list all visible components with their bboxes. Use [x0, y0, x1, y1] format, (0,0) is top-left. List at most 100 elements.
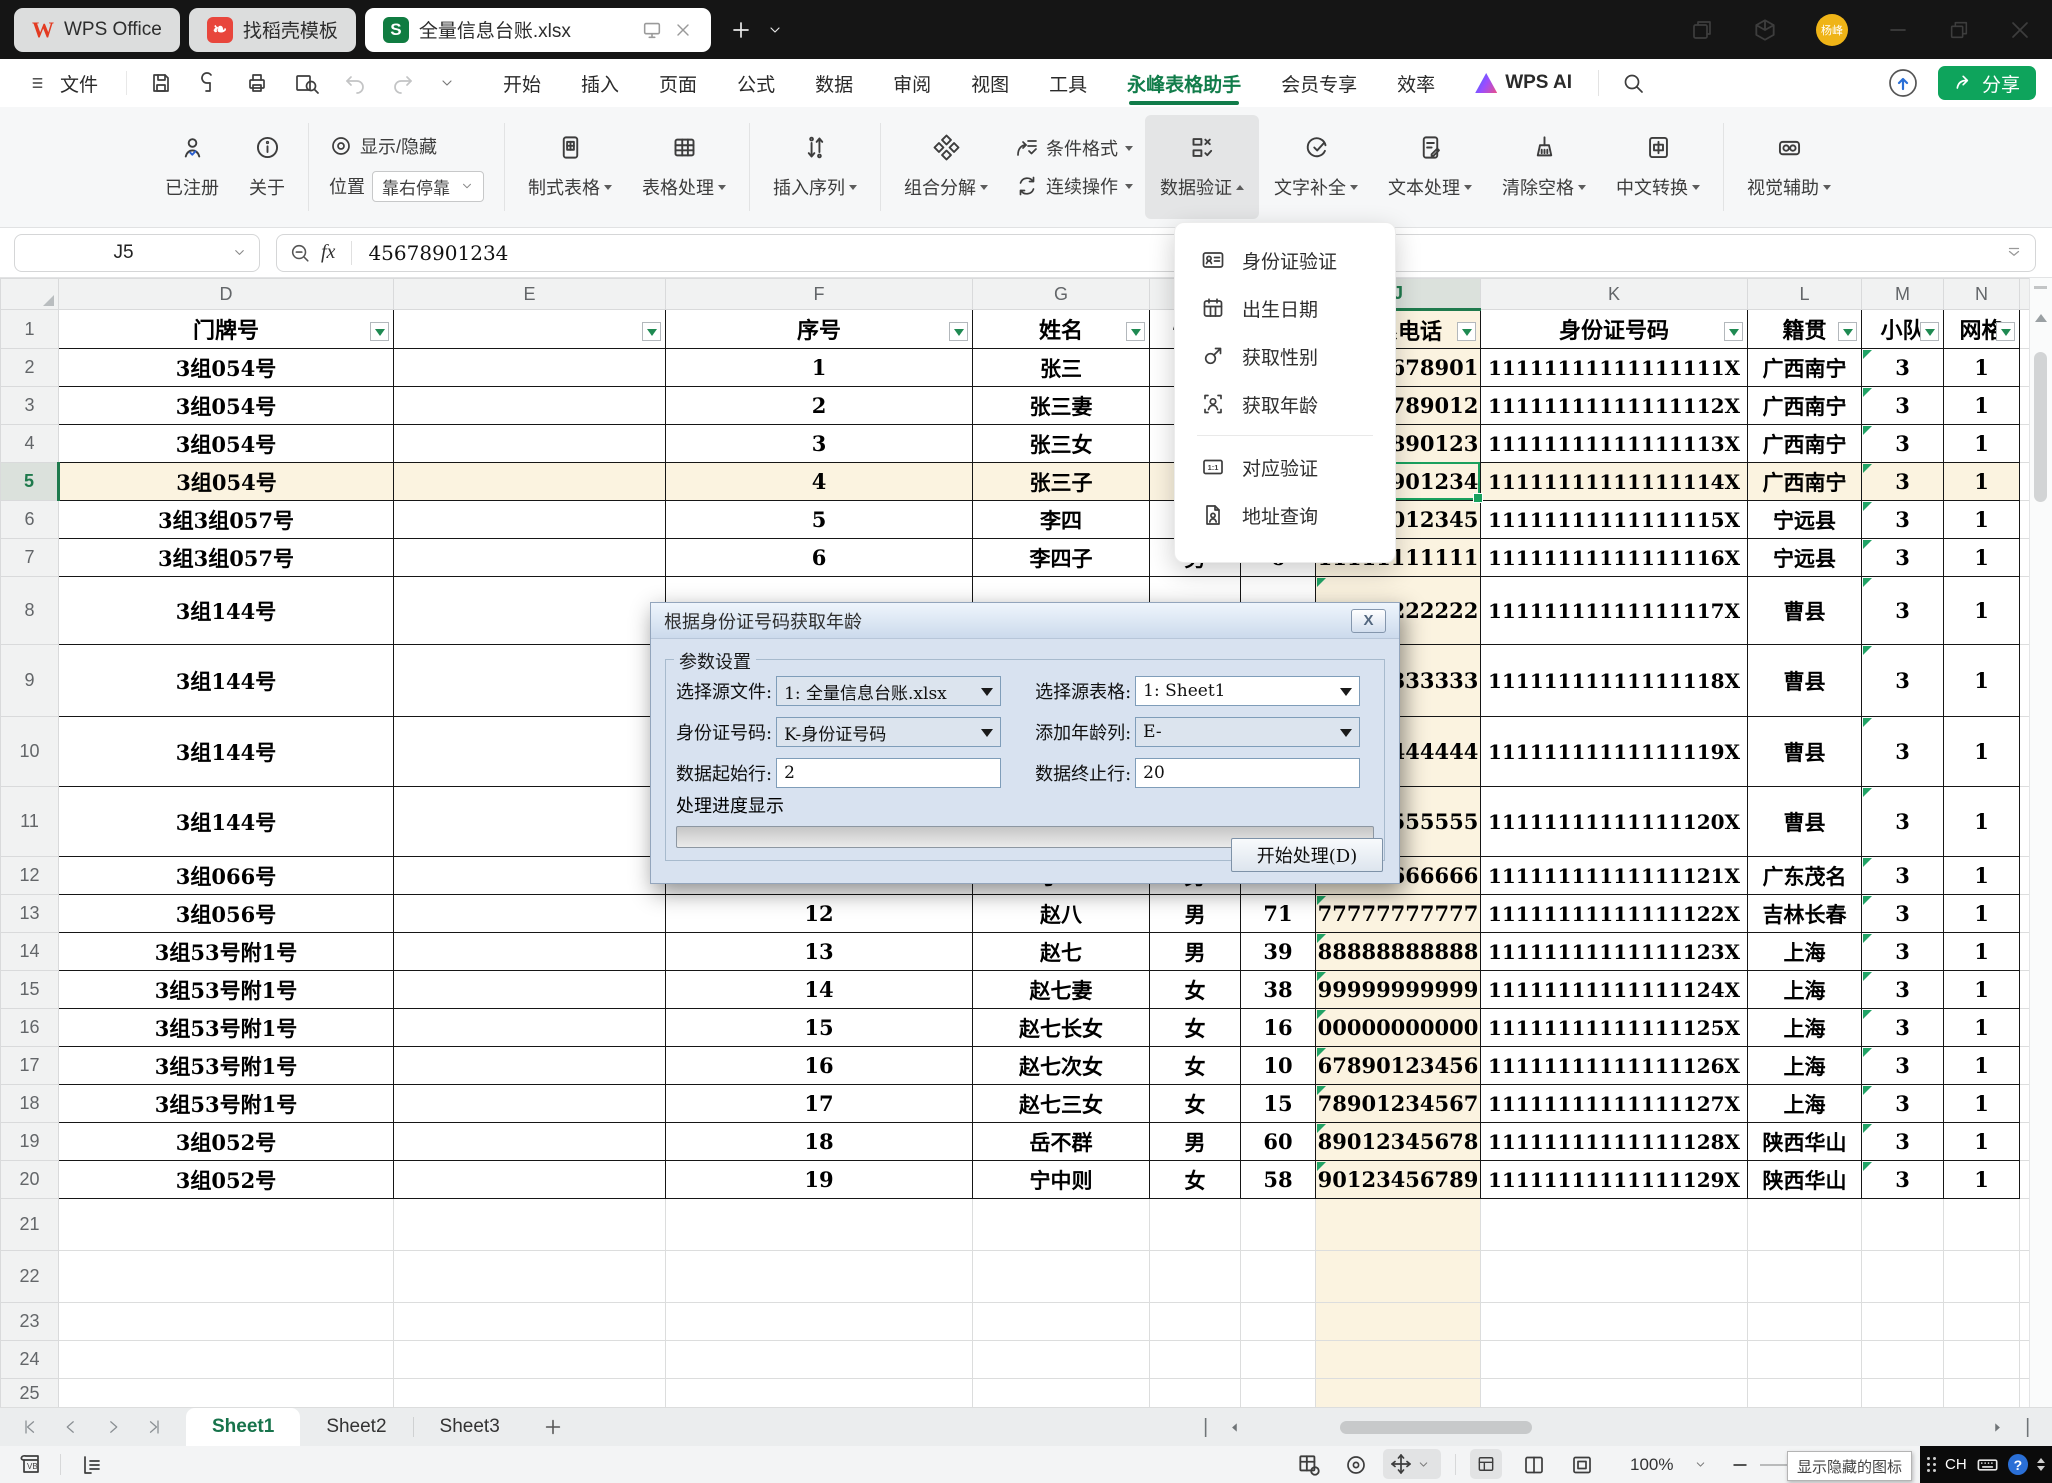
- cell-O19[interactable]: [2020, 1123, 2030, 1161]
- formula-expand-icon[interactable]: [2005, 244, 2023, 262]
- menu-item[interactable]: 永峰表格助手: [1127, 59, 1241, 107]
- cell-O25[interactable]: [2020, 1379, 2030, 1408]
- row-header-23[interactable]: 23: [1, 1303, 59, 1341]
- cell-L16[interactable]: 上海: [1748, 1009, 1862, 1047]
- cell-D16[interactable]: 3组53号附1号: [59, 1009, 394, 1047]
- cell-E9[interactable]: [394, 645, 666, 717]
- vertical-scrollbar[interactable]: [2029, 278, 2052, 1407]
- select-all-corner[interactable]: [1, 279, 59, 310]
- format-table-button[interactable]: 制式表格: [513, 115, 627, 219]
- cell-NN8[interactable]: 1: [1944, 577, 2020, 645]
- zoom-out-icon[interactable]: [289, 242, 311, 264]
- cell-M5[interactable]: 3: [1862, 463, 1944, 501]
- cell-L10[interactable]: 曹县: [1748, 717, 1862, 787]
- cell-NN19[interactable]: 1: [1944, 1123, 2020, 1161]
- filter-button[interactable]: [1920, 322, 1939, 341]
- cell-J14[interactable]: 88888888888: [1316, 933, 1481, 971]
- cell-I22[interactable]: [1241, 1251, 1316, 1303]
- cell-H23[interactable]: [1150, 1303, 1241, 1341]
- cell-K10[interactable]: 11111111111111119X: [1481, 717, 1748, 787]
- cell-K2[interactable]: 11111111111111111X: [1481, 349, 1748, 387]
- cell-K9[interactable]: 11111111111111118X: [1481, 645, 1748, 717]
- focus-button[interactable]: [1344, 1446, 1368, 1483]
- file-menu[interactable]: 文件: [30, 70, 98, 97]
- cell-D5[interactable]: 3组054号: [59, 463, 394, 501]
- row-header-5[interactable]: 5: [1, 463, 59, 501]
- table-process-button[interactable]: 表格处理: [627, 115, 741, 219]
- next-sheet-icon[interactable]: [104, 1418, 122, 1436]
- cell-G17[interactable]: 赵七次女: [973, 1047, 1150, 1085]
- formula-input[interactable]: fx 45678901234: [276, 234, 2036, 272]
- cell-NN17[interactable]: 1: [1944, 1047, 2020, 1085]
- cell-J17[interactable]: 67890123456: [1316, 1047, 1481, 1085]
- cell-M6[interactable]: 3: [1862, 501, 1944, 539]
- cell-O24[interactable]: [2020, 1341, 2030, 1379]
- prev-sheet-icon[interactable]: [62, 1418, 80, 1436]
- cell-F19[interactable]: 18: [666, 1123, 973, 1161]
- cell-D18[interactable]: 3组53号附1号: [59, 1085, 394, 1123]
- cell-I25[interactable]: [1241, 1379, 1316, 1408]
- cell-M9[interactable]: 3: [1862, 645, 1944, 717]
- cell-L23[interactable]: [1748, 1303, 1862, 1341]
- row-header-21[interactable]: 21: [1, 1199, 59, 1251]
- sheet-tab-sheet2[interactable]: Sheet2: [300, 1408, 412, 1447]
- cell-L2[interactable]: 广西南宁: [1748, 349, 1862, 387]
- add-sheet-icon[interactable]: [542, 1416, 564, 1438]
- cell-M20[interactable]: 3: [1862, 1161, 1944, 1199]
- cell-J20[interactable]: 90123456789: [1316, 1161, 1481, 1199]
- header-cell-d[interactable]: 门牌号: [59, 310, 394, 349]
- cell-I15[interactable]: 38: [1241, 971, 1316, 1009]
- menu-item-对应验证[interactable]: 1:1对应验证: [1175, 443, 1395, 491]
- cell-M15[interactable]: 3: [1862, 971, 1944, 1009]
- visual-aid-button[interactable]: 视觉辅助: [1732, 115, 1846, 219]
- cell-G21[interactable]: [973, 1199, 1150, 1251]
- h-scroll-thumb[interactable]: [1340, 1421, 1532, 1434]
- cell-I14[interactable]: 39: [1241, 933, 1316, 971]
- cell-G3[interactable]: 张三妻: [973, 387, 1150, 425]
- cell-L22[interactable]: [1748, 1251, 1862, 1303]
- cell-H19[interactable]: 男: [1150, 1123, 1241, 1161]
- row-header-9[interactable]: 9: [1, 645, 59, 717]
- monitor-icon[interactable]: [641, 19, 663, 41]
- cell-M14[interactable]: 3: [1862, 933, 1944, 971]
- cell-J18[interactable]: 78901234567: [1316, 1085, 1481, 1123]
- cell-NN4[interactable]: 1: [1944, 425, 2020, 463]
- cell-NN23[interactable]: [1944, 1303, 2020, 1341]
- cell-K21[interactable]: [1481, 1199, 1748, 1251]
- cell-NN15[interactable]: 1: [1944, 971, 2020, 1009]
- col-header-E[interactable]: E: [394, 279, 666, 310]
- filter-button[interactable]: [1996, 322, 2015, 341]
- cell-D3[interactable]: 3组054号: [59, 387, 394, 425]
- cell-E13[interactable]: [394, 895, 666, 933]
- cell-F18[interactable]: 17: [666, 1085, 973, 1123]
- cell-H16[interactable]: 女: [1150, 1009, 1241, 1047]
- cell-G14[interactable]: 赵七: [973, 933, 1150, 971]
- menu-item[interactable]: 视图: [971, 59, 1009, 107]
- cell-D7[interactable]: 3组3组057号: [59, 539, 394, 577]
- cell-E12[interactable]: [394, 857, 666, 895]
- cell-J22[interactable]: [1316, 1251, 1481, 1303]
- row-header-1[interactable]: 1: [1, 310, 59, 349]
- cell-E25[interactable]: [394, 1379, 666, 1408]
- cell-I13[interactable]: 71: [1241, 895, 1316, 933]
- cell-M11[interactable]: 3: [1862, 787, 1944, 857]
- menu-item-获取年龄[interactable]: 获取年龄: [1175, 380, 1395, 428]
- cell-F22[interactable]: [666, 1251, 973, 1303]
- cell-D20[interactable]: 3组052号: [59, 1161, 394, 1199]
- tab-docer-templates[interactable]: ❧ 找稻壳模板: [189, 8, 356, 52]
- cell-L18[interactable]: 上海: [1748, 1085, 1862, 1123]
- cell-D25[interactable]: [59, 1379, 394, 1408]
- cell-K25[interactable]: [1481, 1379, 1748, 1408]
- keyboard-icon[interactable]: [1976, 1453, 1999, 1477]
- filter-button[interactable]: [949, 322, 968, 341]
- pagelayout-view-button[interactable]: [1570, 1446, 1594, 1483]
- normal-view-button[interactable]: [1470, 1449, 1502, 1479]
- cell-M19[interactable]: 3: [1862, 1123, 1944, 1161]
- menu-item-获取性别[interactable]: 获取性别: [1175, 332, 1395, 380]
- cell-L9[interactable]: 曹县: [1748, 645, 1862, 717]
- source-file-select[interactable]: 1: 全量信息台账.xlsx: [776, 676, 1001, 706]
- cell-M23[interactable]: [1862, 1303, 1944, 1341]
- filter-button[interactable]: [1724, 322, 1743, 341]
- data-validation-button[interactable]: 数据验证: [1145, 115, 1259, 219]
- cell-F15[interactable]: 14: [666, 971, 973, 1009]
